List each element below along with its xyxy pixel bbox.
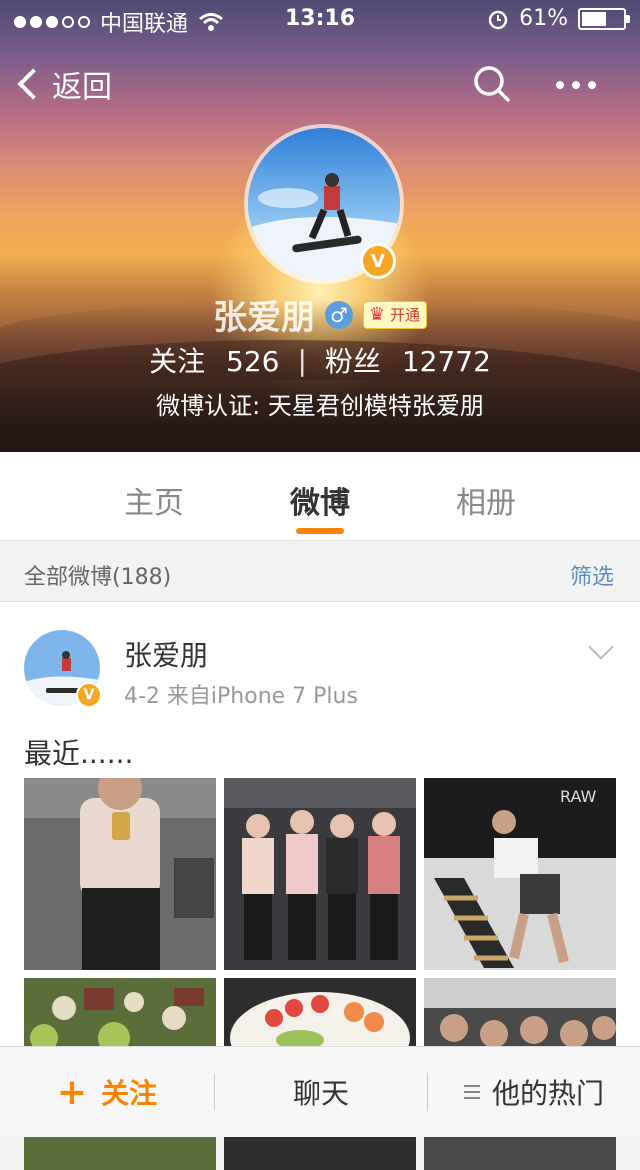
search-icon[interactable] — [472, 64, 512, 104]
plus-icon: + — [56, 1071, 88, 1113]
post-photo-group-gym[interactable] — [224, 778, 416, 970]
following-label: 关注 — [149, 345, 206, 378]
battery-percent: 61% — [519, 6, 568, 31]
alarm-icon — [488, 10, 508, 29]
back-label: 返回 — [52, 70, 112, 105]
chat-label: 聊天 — [292, 1077, 349, 1110]
followers-count: 12772 — [401, 345, 491, 378]
tab-album[interactable]: 相册 — [456, 478, 516, 522]
back-button[interactable]: 返回 — [17, 64, 112, 105]
followers-label: 粉丝 — [324, 345, 381, 378]
list-icon — [463, 1085, 480, 1099]
bottom-toolbar: + 关注 聊天 他的热门 — [0, 1046, 640, 1137]
profile-stats: 关注 526 | 粉丝 12772 — [0, 340, 640, 380]
post-meta: 4-2 来自iPhone 7 Plus — [124, 684, 358, 709]
battery-icon — [578, 7, 630, 30]
profile-name-row: 张爱朋 ♂ ♛ 开通 — [0, 290, 640, 339]
post-author-name[interactable]: 张爱朋 — [124, 634, 208, 674]
follow-label: 关注 — [101, 1077, 158, 1110]
more-options-icon[interactable] — [556, 70, 604, 100]
verification-description: 微博认证: 天星君创模特张爱朋 — [156, 392, 484, 420]
hot-posts-label: 他的热门 — [491, 1077, 604, 1110]
chevron-left-icon — [17, 68, 49, 100]
hot-posts-button[interactable]: 他的热门 — [428, 1047, 640, 1137]
svg-text:RAW: RAW — [560, 787, 597, 806]
tab-home[interactable]: 主页 — [124, 478, 184, 522]
following-count: 526 — [226, 345, 280, 378]
verified-badge-icon: V — [76, 682, 102, 708]
filter-button[interactable]: 筛选 — [570, 559, 614, 591]
filter-bar: 全部微博(188) 筛选 — [0, 541, 640, 602]
following-stat[interactable]: 关注 526 — [149, 340, 279, 380]
stats-divider: | — [297, 343, 307, 377]
profile-name: 张爱朋 — [212, 298, 315, 338]
post-photo-gym-mirror[interactable] — [24, 778, 216, 970]
chat-button[interactable]: 聊天 — [215, 1047, 427, 1137]
followers-stat[interactable]: 粉丝 12772 — [325, 340, 491, 380]
crown-icon: ♛ — [368, 304, 386, 325]
status-bar: 中国联通 13:16 61% — [0, 0, 640, 40]
male-gender-icon: ♂ — [324, 300, 353, 329]
verified-badge-icon: V — [360, 243, 396, 279]
post-text: 最近...... — [24, 737, 134, 770]
vip-open-label: 开通 — [389, 306, 420, 324]
vip-open-badge[interactable]: ♛ 开通 — [362, 300, 427, 329]
all-posts-count: 全部微博(188) — [24, 565, 172, 590]
tab-weibo[interactable]: 微博 — [290, 478, 350, 522]
active-tab-indicator — [296, 528, 344, 534]
follow-button[interactable]: + 关注 — [0, 1047, 214, 1137]
post-photo-stair-climber[interactable]: RAW — [424, 778, 616, 970]
